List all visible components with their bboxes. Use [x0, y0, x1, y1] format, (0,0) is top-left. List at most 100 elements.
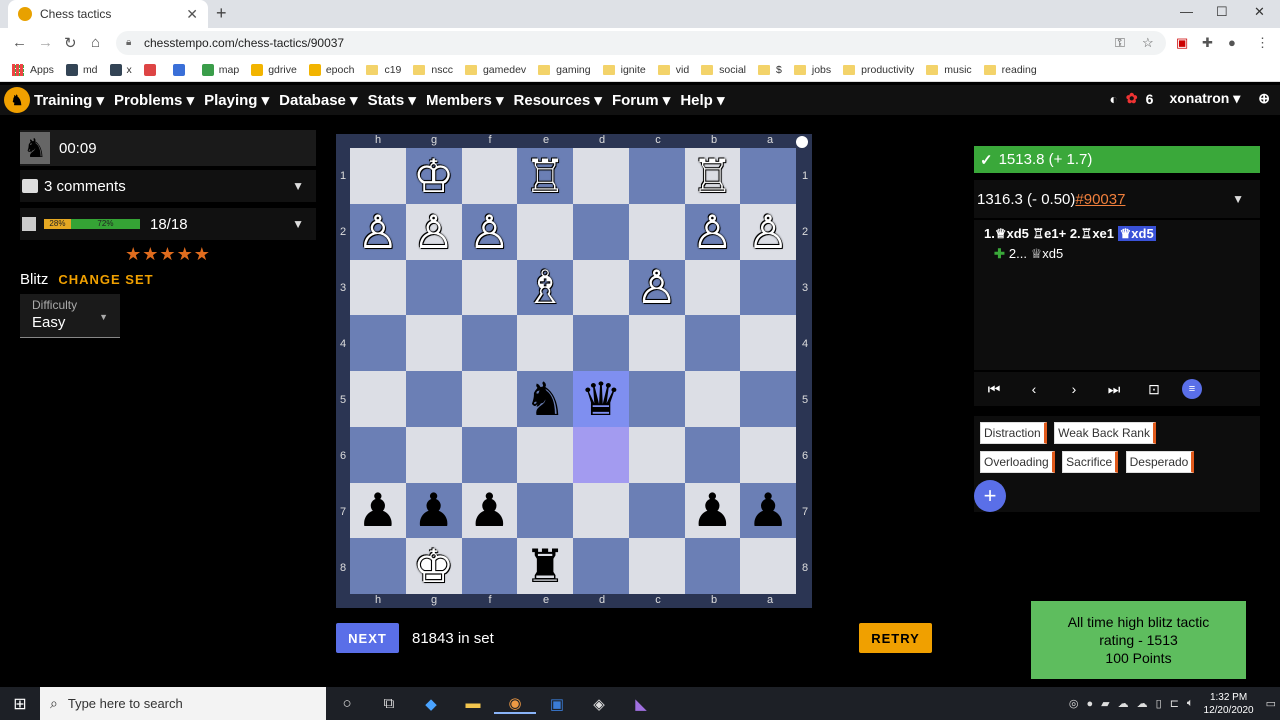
- board-square-f2[interactable]: ♙: [461, 203, 518, 260]
- chess-piece-icon[interactable]: ♖: [692, 153, 733, 199]
- chess-piece-icon[interactable]: ♗: [525, 264, 566, 310]
- change-set-button[interactable]: CHANGE SET: [58, 272, 153, 287]
- retry-button[interactable]: RETRY: [859, 623, 932, 653]
- bookmark-jobs[interactable]: jobs: [793, 64, 831, 76]
- board-square-e7[interactable]: [517, 482, 573, 539]
- board-square-a7[interactable]: ♟: [740, 482, 796, 539]
- problem-id-link[interactable]: #90037: [1075, 191, 1125, 208]
- chess-piece-icon[interactable]: ♖: [525, 153, 566, 199]
- chess-piece-icon[interactable]: ♛: [580, 376, 621, 422]
- volume-icon[interactable]: 🔈︎: [1187, 697, 1194, 710]
- alt-move[interactable]: 2... ♕xd5: [1009, 246, 1063, 261]
- board-square-c6[interactable]: [628, 426, 685, 483]
- bookmark-md[interactable]: md: [65, 63, 98, 76]
- visual-studio-icon[interactable]: ◣: [620, 695, 662, 713]
- notifications-icon[interactable]: ✿: [1126, 90, 1138, 107]
- board-square-e6[interactable]: [517, 426, 573, 483]
- extensions-icon[interactable]: ✚: [1202, 35, 1213, 51]
- board-square-e4[interactable]: [517, 315, 573, 371]
- board-square-b3[interactable]: [684, 259, 741, 316]
- board-square-d5[interactable]: ♛: [573, 371, 629, 427]
- bookmark-gaming[interactable]: gaming: [538, 64, 591, 76]
- board-square-c5[interactable]: [628, 371, 685, 427]
- pdf-extension-icon[interactable]: ▣: [1176, 35, 1188, 51]
- board-square-f5[interactable]: [461, 371, 518, 427]
- board-square-h4[interactable]: [350, 315, 406, 371]
- url-input[interactable]: 🔒︎ chesstempo.com/chess-tactics/90037: [116, 31, 1166, 55]
- maximize-icon[interactable]: ☐: [1216, 4, 1228, 20]
- theme-toggle-icon[interactable]: ◐: [1109, 91, 1117, 107]
- board-square-h5[interactable]: [350, 371, 406, 427]
- chess-piece-icon[interactable]: ♙: [357, 209, 398, 255]
- language-globe-icon[interactable]: ⊕: [1258, 90, 1270, 107]
- bookmark-apps[interactable]: Apps: [12, 63, 54, 76]
- chess-piece-icon[interactable]: ♟: [469, 487, 510, 533]
- comments-toggle[interactable]: 3 comments ▼: [20, 170, 316, 202]
- chess-piece-icon[interactable]: ♙: [413, 209, 454, 255]
- analysis-icon[interactable]: ⊡: [1134, 381, 1174, 398]
- board-square-b1[interactable]: ♖: [684, 148, 741, 204]
- app-icon[interactable]: ◆: [410, 695, 452, 713]
- board-square-h1[interactable]: [350, 148, 406, 204]
- first-move-icon[interactable]: ⏮: [974, 381, 1014, 398]
- bookmark-calendar[interactable]: [172, 63, 190, 76]
- profile-avatar[interactable]: ●: [1228, 35, 1236, 50]
- board-square-h8[interactable]: [350, 538, 406, 594]
- board-square-c4[interactable]: [628, 315, 685, 371]
- problem-rating-row[interactable]: 1316.3 (- 0.50) #90037 ▼: [974, 180, 1260, 218]
- home-icon[interactable]: ⌂: [91, 34, 100, 51]
- onedrive-icon[interactable]: ☁: [1137, 697, 1148, 710]
- cortana-icon[interactable]: ○: [326, 695, 368, 712]
- user-menu[interactable]: xonatron ▾: [1161, 90, 1240, 107]
- clock[interactable]: 1:32 PM 12/20/2020: [1204, 691, 1254, 717]
- cloud-icon[interactable]: ☁: [1118, 697, 1129, 710]
- board-square-h3[interactable]: [350, 259, 406, 316]
- tag-weak-back-rank[interactable]: Weak Back Rank: [1054, 422, 1156, 444]
- app-icon[interactable]: ◈: [578, 695, 620, 713]
- new-tab-icon[interactable]: +: [216, 3, 227, 24]
- board-square-a1[interactable]: [740, 148, 796, 204]
- tag-overloading[interactable]: Overloading: [980, 451, 1055, 473]
- board-square-g2[interactable]: ♙: [405, 203, 462, 260]
- chesstempo-logo-icon[interactable]: ♞: [4, 87, 30, 113]
- bookmark-social[interactable]: social: [701, 64, 746, 76]
- achievement-toast[interactable]: All time high blitz tactic rating - 1513…: [1031, 601, 1246, 679]
- board-square-e3[interactable]: ♗: [517, 259, 573, 316]
- bookmark-nscc[interactable]: nscc: [413, 64, 453, 76]
- tab-close-icon[interactable]: ✕: [186, 6, 198, 23]
- board-square-f4[interactable]: [461, 315, 518, 371]
- board-square-e2[interactable]: [517, 203, 573, 260]
- browser-tab[interactable]: Chess tactics ✕: [8, 0, 208, 28]
- board-square-a3[interactable]: [740, 259, 796, 316]
- chess-piece-icon[interactable]: ♙: [692, 209, 733, 255]
- chess-piece-icon[interactable]: ♟: [357, 487, 398, 533]
- chess-piece-icon[interactable]: ♚: [413, 543, 454, 589]
- board-square-g8[interactable]: ♚: [405, 538, 462, 594]
- board-square-e1[interactable]: ♖: [517, 148, 573, 204]
- nav-training[interactable]: Training ▾: [34, 91, 104, 109]
- board-square-g1[interactable]: ♔: [405, 148, 462, 204]
- board-square-h6[interactable]: [350, 426, 406, 483]
- forward-icon[interactable]: →: [38, 34, 53, 51]
- chess-piece-icon[interactable]: ♙: [748, 209, 789, 255]
- board-square-a8[interactable]: [740, 538, 796, 594]
- bookmark-gdrive[interactable]: gdrive: [251, 63, 297, 76]
- menu-kebab-icon[interactable]: ⋮: [1256, 35, 1269, 51]
- board-square-d7[interactable]: [573, 482, 629, 539]
- file-explorer-icon[interactable]: ▬: [452, 695, 494, 712]
- microphone-icon[interactable]: ●: [1087, 698, 1094, 710]
- battery-icon[interactable]: ▯: [1156, 697, 1162, 710]
- board-square-b4[interactable]: [684, 315, 741, 371]
- tag-distraction[interactable]: Distraction: [980, 422, 1047, 444]
- board-square-b5[interactable]: [684, 371, 741, 427]
- bookmark-x[interactable]: x: [109, 63, 132, 76]
- score-toggle[interactable]: 28% 72% 18/18 ▼: [20, 208, 316, 240]
- chess-piece-icon[interactable]: ♞: [525, 376, 566, 422]
- chess-piece-icon[interactable]: ♟: [413, 487, 454, 533]
- bookmark-ignite[interactable]: ignite: [602, 64, 646, 76]
- board-square-h2[interactable]: ♙: [350, 203, 406, 260]
- board-square-c7[interactable]: [628, 482, 685, 539]
- nav-members[interactable]: Members ▾: [426, 91, 504, 109]
- back-icon[interactable]: ←: [12, 34, 27, 51]
- nav-forum[interactable]: Forum ▾: [612, 91, 670, 109]
